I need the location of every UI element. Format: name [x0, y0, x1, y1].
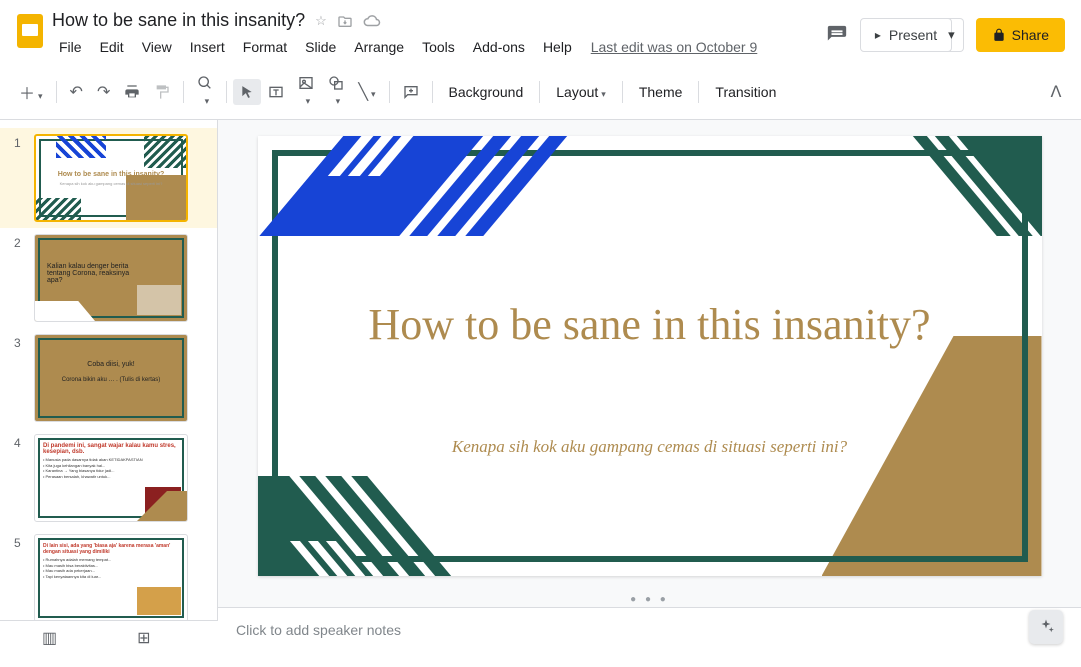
menu-help[interactable]: Help [536, 35, 579, 59]
menu-view[interactable]: View [135, 35, 179, 59]
play-icon: ▸ [875, 28, 881, 42]
menu-insert[interactable]: Insert [183, 35, 232, 59]
comments-icon[interactable] [826, 24, 848, 46]
slides-logo-icon[interactable] [17, 14, 43, 48]
explore-button[interactable] [1029, 610, 1063, 644]
view-bar: ▥ ⊞ [0, 620, 218, 654]
film-strip[interactable]: 1 How to be sane in this insanity? Kenap… [0, 120, 218, 648]
present-label: Present [889, 27, 937, 43]
lock-icon [992, 28, 1006, 42]
line-tool[interactable]: ╲ [351, 76, 382, 108]
slide-thumb-4[interactable]: 4 Di pandemi ini, sangat wajar kalau kam… [0, 432, 217, 532]
menu-arrange[interactable]: Arrange [347, 35, 411, 59]
slide-thumb-1[interactable]: 1 How to be sane in this insanity? Kenap… [0, 128, 217, 228]
transition-button[interactable]: Transition [705, 78, 786, 106]
print-button[interactable] [117, 78, 147, 106]
grid-view-icon[interactable]: ⊞ [137, 628, 150, 648]
redo-button[interactable]: ↷ [90, 76, 117, 108]
canvas-wrap: How to be sane in this insanity? Kenapa … [218, 120, 1081, 648]
title-area: How to be sane in this insanity? ☆ File … [52, 8, 826, 59]
main-area: 1 How to be sane in this insanity? Kenap… [0, 120, 1081, 648]
canvas-area[interactable]: How to be sane in this insanity? Kenapa … [218, 120, 1081, 592]
toolbar: ＋ ↶ ↷ ╲ [0, 65, 1081, 120]
present-dropdown[interactable]: ▾ [940, 18, 964, 52]
move-folder-icon[interactable] [337, 13, 353, 29]
new-slide-button[interactable]: ＋ [12, 74, 50, 110]
menu-edit[interactable]: Edit [93, 35, 131, 59]
notes-resize-handle[interactable]: ● ● ● [218, 592, 1081, 607]
star-icon[interactable]: ☆ [315, 13, 327, 29]
share-button[interactable]: Share [976, 18, 1065, 52]
shape-tool[interactable] [321, 69, 351, 115]
slide-canvas[interactable]: How to be sane in this insanity? Kenapa … [258, 136, 1042, 576]
app-logo-wrap [8, 8, 52, 48]
slide-title-text[interactable]: How to be sane in this insanity? [258, 300, 1042, 351]
cloud-status-icon[interactable] [363, 14, 381, 28]
last-edit-link[interactable]: Last edit was on October 9 [583, 35, 766, 59]
layout-button[interactable]: Layout [546, 78, 616, 106]
menu-slide[interactable]: Slide [298, 35, 343, 59]
comment-tool[interactable] [396, 78, 426, 106]
document-title[interactable]: How to be sane in this insanity? [52, 10, 305, 31]
zoom-button[interactable] [190, 69, 220, 115]
textbox-tool[interactable] [261, 78, 291, 106]
speaker-notes[interactable]: Click to add speaker notes [218, 607, 1081, 667]
present-button[interactable]: ▸ Present [860, 18, 952, 52]
collapse-toolbar-icon[interactable]: ᐱ [1043, 76, 1069, 108]
menu-file[interactable]: File [52, 35, 89, 59]
filmstrip-view-icon[interactable]: ▥ [42, 628, 57, 648]
menu-format[interactable]: Format [236, 35, 294, 59]
menu-addons[interactable]: Add-ons [466, 35, 532, 59]
share-label: Share [1012, 27, 1049, 43]
background-button[interactable]: Background [439, 78, 534, 106]
header-actions: ▸ Present ▾ Share [826, 8, 1069, 52]
image-tool[interactable] [291, 69, 321, 115]
paint-format-button[interactable] [147, 78, 177, 106]
menu-bar: File Edit View Insert Format Slide Arran… [52, 35, 826, 59]
undo-button[interactable]: ↶ [63, 76, 90, 108]
slide-subtitle-text[interactable]: Kenapa sih kok aku gampang cemas di situ… [258, 436, 1042, 459]
select-tool[interactable] [233, 79, 261, 105]
header: How to be sane in this insanity? ☆ File … [0, 0, 1081, 59]
menu-tools[interactable]: Tools [415, 35, 462, 59]
slide-thumb-3[interactable]: 3 Coba diisi, yuk! Corona bikin aku … . … [0, 332, 217, 432]
theme-button[interactable]: Theme [629, 78, 693, 106]
slide-thumb-2[interactable]: 2 Kalian kalau denger berita tentang Cor… [0, 232, 217, 332]
slide-thumb-5[interactable]: 5 Di lain sisi, ada yang 'biasa aja' kar… [0, 532, 217, 632]
